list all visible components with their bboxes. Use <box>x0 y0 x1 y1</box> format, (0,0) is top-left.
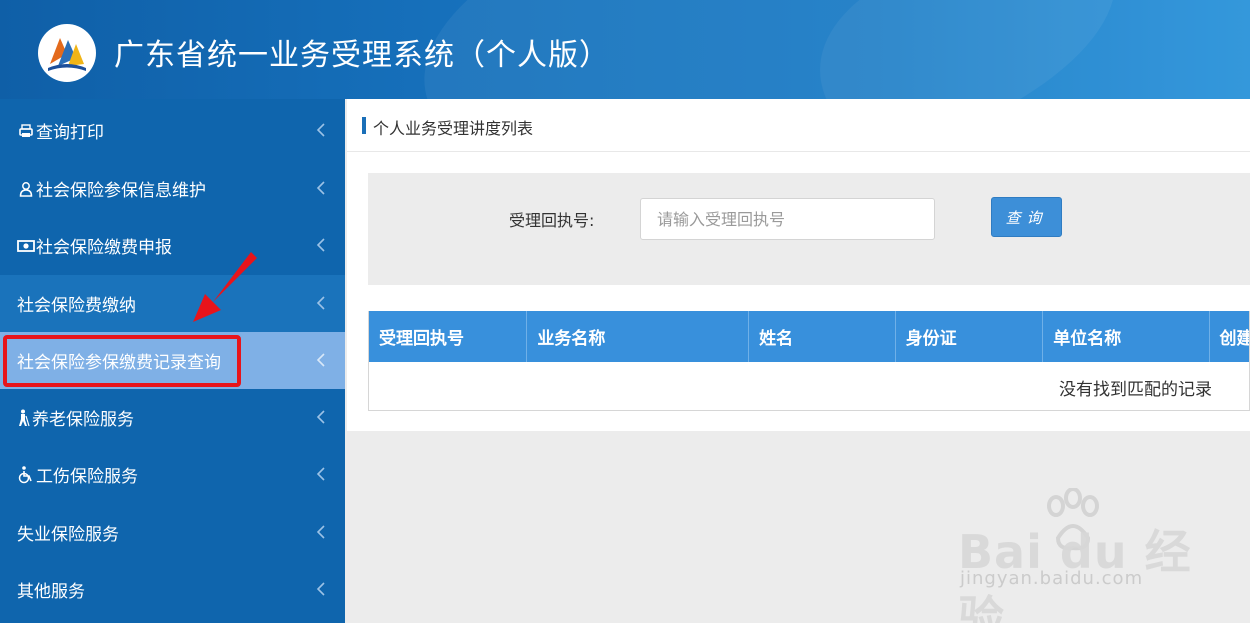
chevron-left-icon <box>316 181 325 195</box>
sidebar-item-fee-payment[interactable]: 社会保险费缴纳 <box>0 275 345 332</box>
sidebar-item-label: 其他服务 <box>17 582 85 602</box>
table-empty-row: 没有找到匹配的记录 <box>369 362 1249 410</box>
printer-icon <box>17 122 35 140</box>
receipt-number-input[interactable] <box>640 198 935 240</box>
title-marker <box>362 117 366 134</box>
sidebar-item-label: 社会保险缴费申报 <box>36 238 172 258</box>
receipt-number-label: 受理回执号: <box>509 211 595 230</box>
app-logo <box>38 24 96 82</box>
search-form: 受理回执号: 查询 <box>368 173 1250 285</box>
table-header-row: 受理回执号 业务名称 姓名 身份证 单位名称 创建 <box>369 311 1249 362</box>
sidebar-item-unemployment-service[interactable]: 失业保险服务 <box>0 504 345 561</box>
sidebar-item-label: 工伤保险服务 <box>36 467 138 487</box>
column-header-id-card[interactable]: 身份证 <box>896 311 1044 362</box>
sidebar-item-pension-service[interactable]: 养老保险服务 <box>0 389 345 446</box>
annotation-arrow-icon <box>193 252 257 322</box>
sidebar-item-insurance-info[interactable]: 社会保险参保信息维护 <box>0 160 345 217</box>
sidebar-item-label: 社会保险参保信息维护 <box>36 181 206 201</box>
header-glow <box>820 0 1250 99</box>
app-header: 广东省统一业务受理系统（个人版） <box>0 0 1250 99</box>
user-icon <box>17 180 35 198</box>
sidebar-item-work-injury-service[interactable]: 工伤保险服务 <box>0 446 345 503</box>
sidebar-item-label: 养老保险服务 <box>32 410 134 430</box>
column-header-employer-name[interactable]: 单位名称 <box>1043 311 1210 362</box>
chevron-left-icon <box>316 582 325 596</box>
money-icon <box>17 237 35 255</box>
panel-header: 个人业务受理讲度列表 <box>347 99 1250 152</box>
elderly-icon <box>17 409 31 427</box>
watermark: Bai du 经验 jingyan.baidu.com <box>958 488 1198 623</box>
column-header-name[interactable]: 姓名 <box>749 311 896 362</box>
chevron-left-icon <box>316 353 325 367</box>
sidebar-item-payment-declaration[interactable]: 社会保险缴费申报 <box>0 217 345 274</box>
query-button[interactable]: 查询 <box>991 197 1062 237</box>
sidebar-item-label: 失业保险服务 <box>17 525 119 545</box>
progress-list-panel: 个人业务受理讲度列表 受理回执号: 查询 受理回执号 业务名称 姓名 身份证 单… <box>347 99 1250 431</box>
chevron-left-icon <box>316 410 325 424</box>
chevron-left-icon <box>316 238 325 252</box>
app-title: 广东省统一业务受理系统（个人版） <box>114 38 610 73</box>
chevron-left-icon <box>316 525 325 539</box>
watermark-url: jingyan.baidu.com <box>960 568 1144 589</box>
column-header-business-name[interactable]: 业务名称 <box>527 311 750 362</box>
panel-title: 个人业务受理讲度列表 <box>373 119 534 138</box>
chevron-left-icon <box>316 123 325 137</box>
annotation-highlight-box <box>3 335 241 387</box>
sidebar-item-label: 查询打印 <box>36 123 104 143</box>
wheelchair-icon <box>17 465 35 484</box>
sidebar-item-label: 社会保险费缴纳 <box>17 296 136 316</box>
column-header-created[interactable]: 创建 <box>1210 311 1249 362</box>
sidebar-item-other-services[interactable]: 其他服务 <box>0 561 345 618</box>
column-header-receipt-number[interactable]: 受理回执号 <box>369 311 528 362</box>
results-table: 受理回执号 业务名称 姓名 身份证 单位名称 创建 没有找到匹配的记录 <box>368 311 1250 411</box>
chevron-left-icon <box>316 467 325 481</box>
chevron-left-icon <box>316 296 325 310</box>
empty-message: 没有找到匹配的记录 <box>1059 380 1212 400</box>
sidebar-item-query-print[interactable]: 查询打印 <box>0 102 345 159</box>
